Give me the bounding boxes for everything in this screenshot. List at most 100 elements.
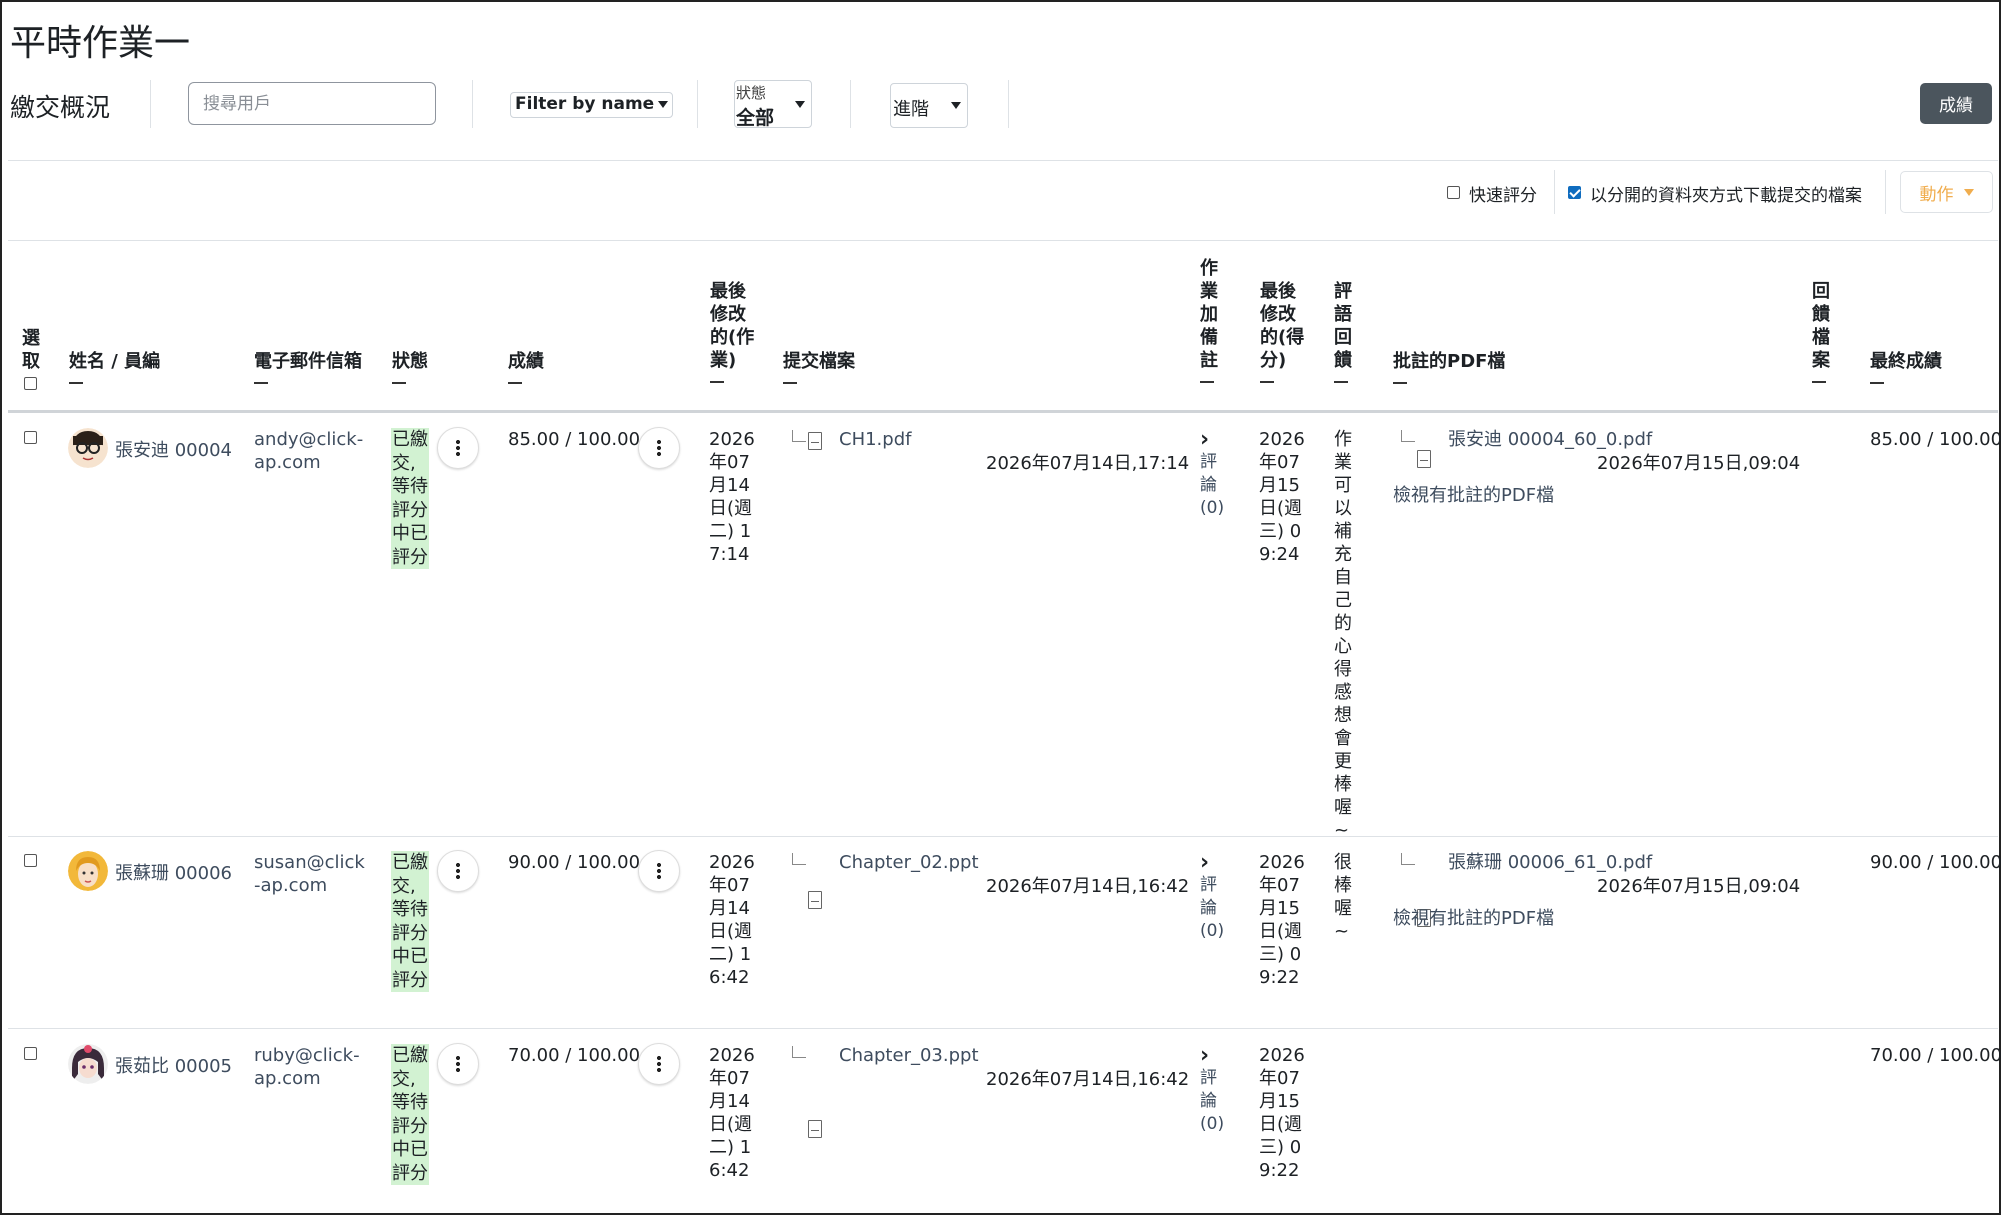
status-filter-select[interactable]: 狀態 全部 (734, 80, 812, 129)
user-name-link[interactable]: 張蘇珊 00006 (115, 859, 232, 885)
collapse-icon[interactable] (392, 382, 406, 384)
col-header-files[interactable]: 提交檔案 (783, 350, 855, 384)
tree-connector (792, 853, 806, 865)
col-header-grade[interactable]: 成績 (508, 350, 544, 384)
collapse-icon[interactable] (508, 382, 522, 384)
view-annotated-pdf-link[interactable]: 檢視有批註的PDF檔 (1393, 907, 1554, 930)
final-grade-value: 85.00 / 100.00 (1870, 429, 2001, 450)
row-menu-button[interactable] (437, 1043, 479, 1085)
row-divider (8, 836, 1998, 837)
chevron-right-icon[interactable]: › (1200, 852, 1209, 874)
feedback-comment: 很棒喔~ (1334, 852, 1352, 942)
submission-file-link[interactable]: Chapter_02.ppt (839, 851, 979, 874)
avatar[interactable] (68, 428, 108, 468)
select-all-checkbox[interactable] (24, 377, 37, 390)
grade-menu-button[interactable] (638, 850, 680, 892)
kebab-icon (657, 439, 661, 457)
kebab-icon (456, 439, 460, 457)
row-select-checkbox[interactable] (24, 431, 37, 444)
grade-menu-button[interactable] (638, 427, 680, 469)
col-header-email[interactable]: 電子郵件信箱 (254, 350, 362, 384)
comments-link[interactable]: 評論(0) (1200, 874, 1224, 943)
collapse-icon[interactable] (69, 382, 83, 384)
submission-file-time: 2026年07月14日,16:42 (986, 1069, 1190, 1090)
divider (8, 160, 1998, 161)
collapse-icon[interactable] (1200, 381, 1214, 383)
chevron-right-icon[interactable]: › (1200, 429, 1209, 451)
annotated-pdf-time: 2026年07月15日,09:04 (1597, 453, 1801, 474)
submission-file-link[interactable]: Chapter_03.ppt (839, 1044, 979, 1067)
status-badge: 已繳交,等待評分中已評分 (391, 1044, 429, 1185)
filter-label: Filter by name (515, 94, 655, 114)
actions-label: 動作 (1919, 184, 1954, 205)
grade-menu-button[interactable] (638, 1043, 680, 1085)
collapse-icon[interactable] (1812, 381, 1826, 383)
col-header-submission-comments[interactable]: 作業加備註 (1200, 257, 1220, 383)
caret-down-icon (658, 100, 669, 108)
advanced-select[interactable]: 進階 (890, 83, 968, 128)
kebab-icon (456, 1055, 460, 1073)
download-folders-checkbox[interactable] (1568, 186, 1581, 199)
col-header-name[interactable]: 姓名 / 員編 (69, 350, 160, 384)
divider (1008, 80, 1009, 128)
collapse-icon[interactable] (1393, 382, 1407, 384)
status-filter-value: 全部 (736, 107, 775, 129)
modified-grade-date: 2026年07月15日(週三) 09:22 (1259, 1045, 1305, 1181)
tree-connector (792, 1046, 806, 1058)
divider (850, 80, 851, 128)
user-email: ruby@click-ap.com (254, 1045, 360, 1089)
divider (1554, 170, 1555, 214)
search-input[interactable] (188, 82, 436, 125)
avatar[interactable] (68, 1044, 108, 1084)
header-bottom-border (8, 410, 1998, 413)
collapse-icon[interactable] (710, 381, 724, 383)
comments-link[interactable]: 評論(0) (1200, 1067, 1224, 1136)
pdf-file-icon (808, 432, 822, 450)
row-menu-button[interactable] (437, 427, 479, 469)
row-select-checkbox[interactable] (24, 854, 37, 867)
row-menu-button[interactable] (437, 850, 479, 892)
col-header-annotate-pdf[interactable]: 批註的PDF檔 (1393, 350, 1505, 384)
page-title: 平時作業一 (10, 23, 191, 64)
col-header-select: 選取 (22, 328, 40, 372)
caret-down-icon (951, 102, 961, 109)
annotated-pdf-link[interactable]: 張蘇珊 00006_61_0.pdf (1448, 851, 1652, 874)
modified-grade-date: 2026年07月15日(週三) 09:22 (1259, 852, 1305, 988)
submission-file-link[interactable]: CH1.pdf (839, 428, 911, 451)
tree-connector (1401, 853, 1415, 865)
collapse-icon[interactable] (1260, 381, 1274, 383)
col-header-status[interactable]: 狀態 (392, 350, 428, 384)
quick-grading-checkbox[interactable] (1447, 186, 1460, 199)
col-header-final-grade[interactable]: 最終成績 (1870, 350, 1942, 384)
filter-by-name-button[interactable]: Filter by name (510, 92, 674, 118)
modified-grade-date: 2026年07月15日(週三) 09:24 (1259, 429, 1305, 565)
comments-link[interactable]: 評論(0) (1200, 451, 1224, 520)
collapse-icon[interactable] (1334, 381, 1348, 383)
actions-button[interactable]: 動作 (1900, 171, 1993, 213)
avatar[interactable] (68, 851, 108, 891)
col-header-feedback-files[interactable]: 回饋檔案 (1812, 280, 1832, 383)
user-name-link[interactable]: 張安迪 00004 (115, 436, 232, 462)
submission-file-time: 2026年07月14日,17:14 (986, 453, 1190, 474)
collapse-icon[interactable] (783, 382, 797, 384)
final-grade-value: 70.00 / 100.00 (1870, 1045, 2001, 1066)
grade-value: 70.00 / 100.00 (508, 1045, 641, 1066)
chevron-right-icon[interactable]: › (1200, 1045, 1209, 1067)
quick-grading-label: 快速評分 (1469, 186, 1537, 206)
collapse-icon[interactable] (1870, 382, 1884, 384)
collapse-icon[interactable] (254, 382, 268, 384)
feedback-comment: 作業可以補充自己的心得感想會更棒喔~ (1334, 429, 1352, 841)
annotated-pdf-link[interactable]: 張安迪 00004_60_0.pdf (1448, 428, 1652, 451)
ppt-file-icon (808, 891, 822, 909)
col-header-modified-submission[interactable]: 最後修改的(作業) (710, 280, 758, 383)
col-header-modified-grade[interactable]: 最後修改的(得分) (1260, 280, 1308, 383)
caret-down-icon (795, 101, 805, 108)
col-header-feedback-comments[interactable]: 評語回饋 (1334, 280, 1354, 383)
row-select-checkbox[interactable] (24, 1047, 37, 1060)
ppt-file-icon (808, 1120, 822, 1138)
grades-button[interactable]: 成績 (1920, 83, 1992, 124)
user-name-link[interactable]: 張茹比 00005 (115, 1052, 232, 1078)
user-email: susan@click-ap.com (254, 852, 365, 896)
status-badge: 已繳交,等待評分中已評分 (391, 851, 429, 992)
view-annotated-pdf-link[interactable]: 檢視有批註的PDF檔 (1393, 484, 1554, 507)
